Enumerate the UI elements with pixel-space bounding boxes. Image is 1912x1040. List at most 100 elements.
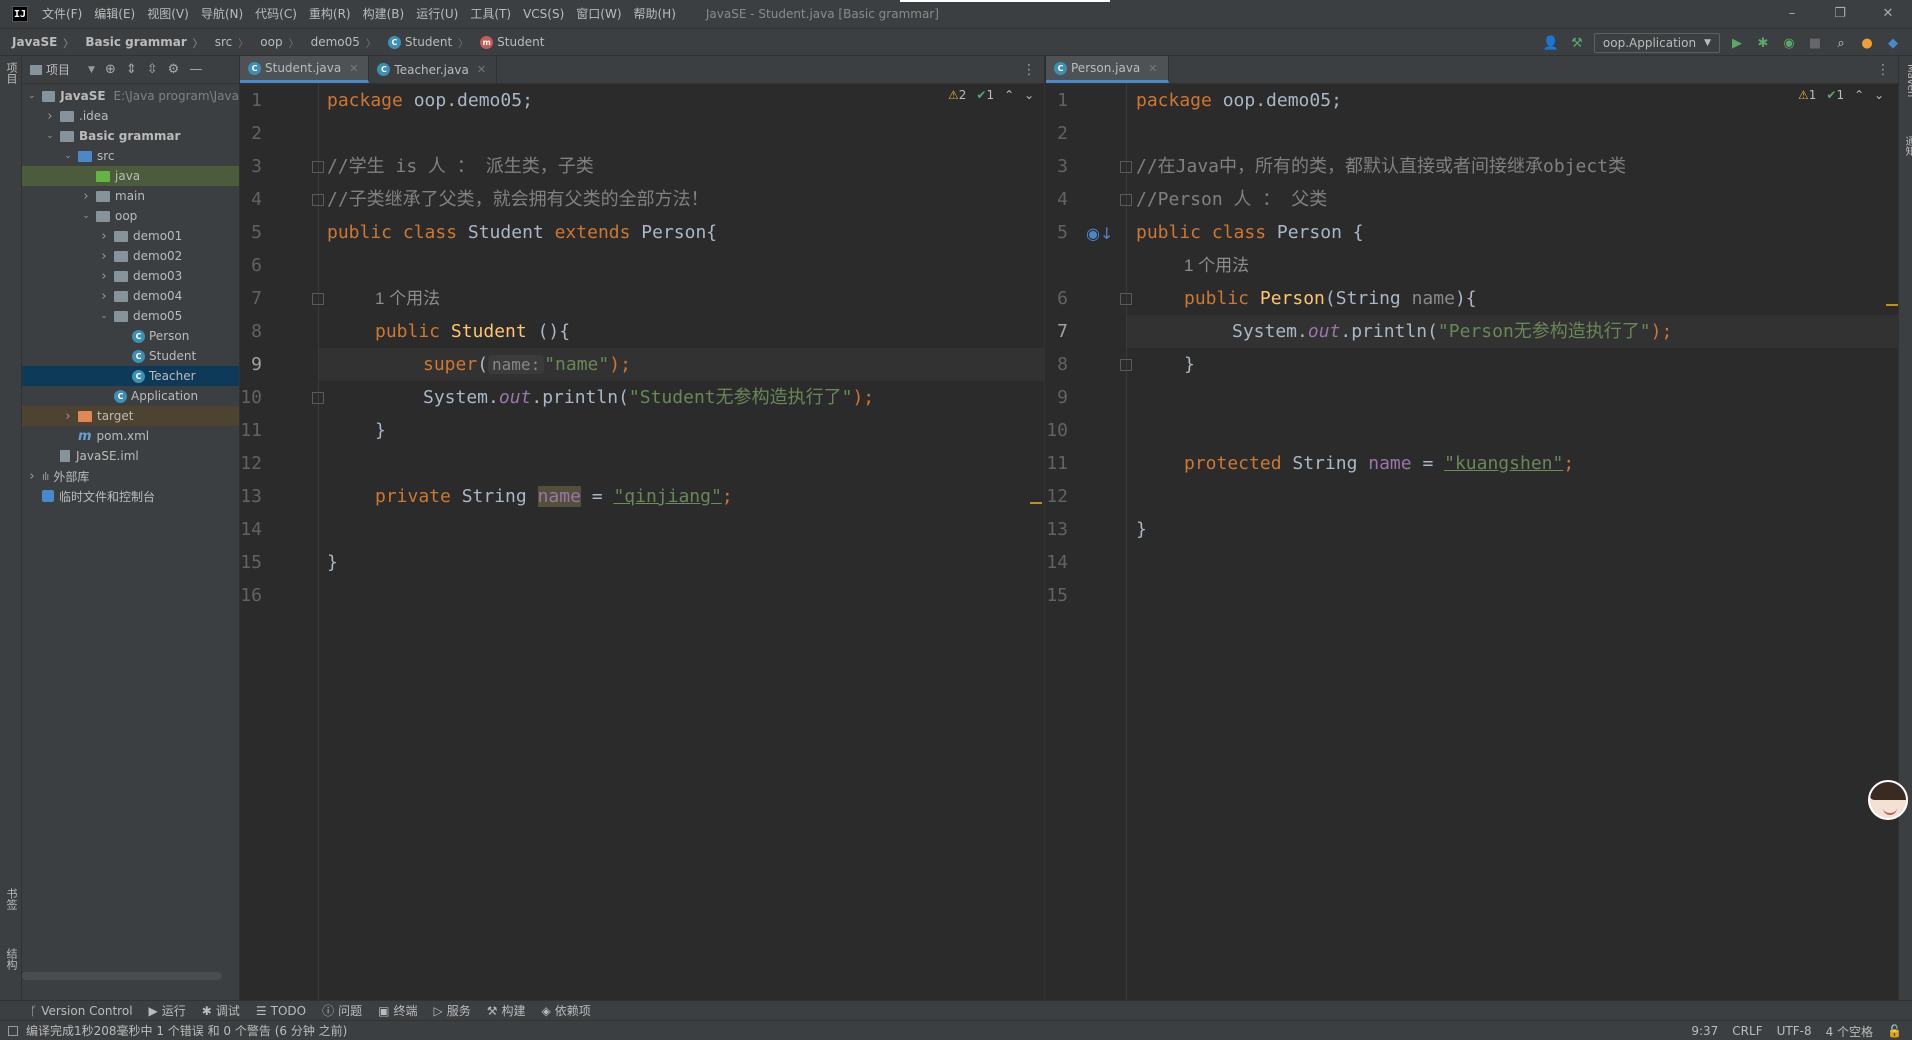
maven-tool-button[interactable]: Maven xyxy=(1900,64,1912,97)
line-number[interactable]: 12 xyxy=(1046,480,1068,513)
line-number[interactable]: 4 xyxy=(1046,183,1068,216)
build-hammer-icon[interactable]: ⚒ xyxy=(1568,34,1586,52)
tree-item[interactable]: ⌄ Basic grammar xyxy=(22,126,239,146)
chevron-right-icon[interactable]: › xyxy=(62,409,74,424)
code-line[interactable]: protected String name = "kuangshen"; xyxy=(1184,447,1574,480)
fold-marker-icon[interactable] xyxy=(312,194,324,206)
code-area[interactable]: ⚠2 ✔1 ⌃ ⌄ 1 2 3 4 5 6 7 8 9 10 11 12 13 14 15 16 package… xyxy=(240,84,1044,1000)
bookmarks-tool-button[interactable]: 书签 xyxy=(3,888,19,910)
line-number[interactable]: 7 xyxy=(240,282,262,315)
line-number[interactable]: 3 xyxy=(1046,150,1068,183)
fold-marker-icon[interactable] xyxy=(1120,194,1132,206)
line-number[interactable]: 5 xyxy=(1046,216,1068,249)
warning-stripe-marker[interactable] xyxy=(1030,502,1042,504)
code-line[interactable]: public class Person { xyxy=(1136,216,1364,249)
code-line[interactable]: } xyxy=(375,414,386,447)
tree-item[interactable]: ⌄ src xyxy=(22,146,239,166)
stop-icon[interactable]: ■ xyxy=(1806,34,1824,52)
caret-position[interactable]: 9:37 xyxy=(1691,1024,1718,1038)
menu-view[interactable]: 视图(V) xyxy=(141,0,195,28)
close-icon[interactable]: ✕ xyxy=(477,63,486,76)
line-separator[interactable]: CRLF xyxy=(1732,1024,1762,1038)
inspection-widget[interactable]: ⚠2 ✔1 ⌃ ⌄ xyxy=(948,88,1034,102)
tree-item[interactable]: › main xyxy=(22,186,239,206)
line-number[interactable]: 11 xyxy=(240,414,262,447)
chevron-right-icon[interactable]: › xyxy=(26,469,38,484)
tree-item[interactable]: C Person xyxy=(22,326,239,346)
code-line[interactable]: System.out.println("Student无参构造执行了"); xyxy=(423,381,874,414)
search-icon[interactable]: ⌕ xyxy=(1832,34,1850,52)
line-number[interactable]: 9 xyxy=(1046,381,1068,414)
code-line[interactable]: package oop.demo05; xyxy=(327,84,533,117)
debug-icon[interactable]: ✱ xyxy=(1754,34,1772,52)
tree-item[interactable]: › ıIı 外部库 xyxy=(22,466,239,486)
line-number[interactable]: 8 xyxy=(240,315,262,348)
breadcrumb-project[interactable]: JavaSE 〉 xyxy=(0,35,73,50)
tool-dependencies[interactable]: ◈ 依赖项 xyxy=(542,1002,591,1019)
line-number[interactable]: 13 xyxy=(1046,513,1068,546)
coverage-icon[interactable]: ◉ xyxy=(1780,34,1798,52)
line-number[interactable]: 15 xyxy=(1046,579,1068,612)
chevron-down-icon[interactable]: ⌄ xyxy=(44,131,56,141)
tool-build[interactable]: ⚒ 构建 xyxy=(487,1002,526,1019)
code-line[interactable]: public Person(String name){ xyxy=(1184,282,1477,315)
tree-item[interactable]: C Teacher xyxy=(22,366,239,386)
menu-navigate[interactable]: 导航(N) xyxy=(195,0,249,28)
code-line[interactable]: } xyxy=(1136,513,1147,546)
user-icon[interactable]: 👤 xyxy=(1542,34,1560,52)
line-number[interactable]: 3 xyxy=(240,150,262,183)
chevron-right-icon[interactable]: › xyxy=(98,249,110,264)
fold-marker-icon[interactable] xyxy=(1120,359,1132,371)
line-number[interactable]: 8 xyxy=(1046,348,1068,381)
line-number[interactable]: 10 xyxy=(240,381,262,414)
project-view-selector[interactable]: 项目 ▼ xyxy=(30,61,95,78)
line-number[interactable]: 13 xyxy=(240,480,262,513)
more-vert-icon[interactable]: ⋮ xyxy=(1022,56,1036,84)
tab-teacher-java[interactable]: C Teacher.java ✕ xyxy=(369,56,498,83)
line-number[interactable]: 12 xyxy=(240,447,262,480)
lock-icon[interactable]: 🔓 xyxy=(1887,1024,1902,1038)
restore-icon[interactable]: ❐ xyxy=(1816,0,1864,28)
update-icon[interactable]: ● xyxy=(1858,34,1876,52)
chevron-up-icon[interactable]: ⌃ xyxy=(1854,88,1864,102)
close-window-icon[interactable]: ✕ xyxy=(1864,0,1912,28)
menu-build[interactable]: 构建(B) xyxy=(357,0,411,28)
tree-item[interactable]: C Student xyxy=(22,346,239,366)
menu-edit[interactable]: 编辑(E) xyxy=(88,0,141,28)
locate-icon[interactable]: ⊕ xyxy=(105,62,116,77)
fold-marker-icon[interactable] xyxy=(312,392,324,404)
warning-stripe-marker[interactable] xyxy=(1886,304,1898,306)
menu-tools[interactable]: 工具(T) xyxy=(464,0,517,28)
line-number[interactable]: 11 xyxy=(1046,447,1068,480)
line-number[interactable]: 7 xyxy=(1046,315,1068,348)
line-number[interactable]: 14 xyxy=(240,513,262,546)
chevron-down-icon[interactable]: ⌄ xyxy=(1024,88,1034,102)
tree-item[interactable]: › demo04 xyxy=(22,286,239,306)
breadcrumb-demo05[interactable]: demo05 〉 xyxy=(299,35,376,50)
code-line[interactable]: public class Student extends Person{ xyxy=(327,216,717,249)
tree-item[interactable]: JavaSE.iml xyxy=(22,446,239,466)
fold-marker-icon[interactable] xyxy=(312,293,324,305)
menu-run[interactable]: 运行(U) xyxy=(410,0,464,28)
code-line[interactable]: //在Java中，所有的类，都默认直接或者间接继承object类 xyxy=(1136,150,1626,183)
chevron-down-icon[interactable]: ⌄ xyxy=(62,151,74,161)
close-icon[interactable]: ✕ xyxy=(349,62,358,75)
code-line[interactable]: public Student (){ xyxy=(375,315,570,348)
tree-item[interactable]: 临时文件和控制台 xyxy=(22,486,239,506)
tab-person-java[interactable]: C Person.java ✕ xyxy=(1046,56,1169,83)
intellij-logo-icon[interactable]: IJ xyxy=(12,6,28,22)
inspection-widget[interactable]: ⚠1 ✔1 ⌃ ⌄ xyxy=(1798,88,1884,102)
chevron-down-icon[interactable]: ⌄ xyxy=(98,311,110,321)
tree-item[interactable]: ⌄ oop xyxy=(22,206,239,226)
line-number[interactable]: 6 xyxy=(1046,282,1068,315)
code-line[interactable]: //子类继承了父类，就会拥有父类的全部方法！ xyxy=(327,183,709,216)
tool-debug[interactable]: ✱ 调试 xyxy=(202,1002,240,1019)
tree-item[interactable]: ⌄ JavaSE E:\Java program\Java xyxy=(22,86,239,106)
chevron-right-icon[interactable]: › xyxy=(44,109,56,124)
fold-marker-icon[interactable] xyxy=(1120,161,1132,173)
line-number[interactable]: 9 xyxy=(240,348,262,381)
code-line[interactable]: package oop.demo05; xyxy=(1136,84,1342,117)
breadcrumb-src[interactable]: src 〉 xyxy=(203,35,249,50)
close-icon[interactable]: ✕ xyxy=(1148,62,1157,75)
structure-tool-button[interactable]: 结构 xyxy=(3,948,19,970)
